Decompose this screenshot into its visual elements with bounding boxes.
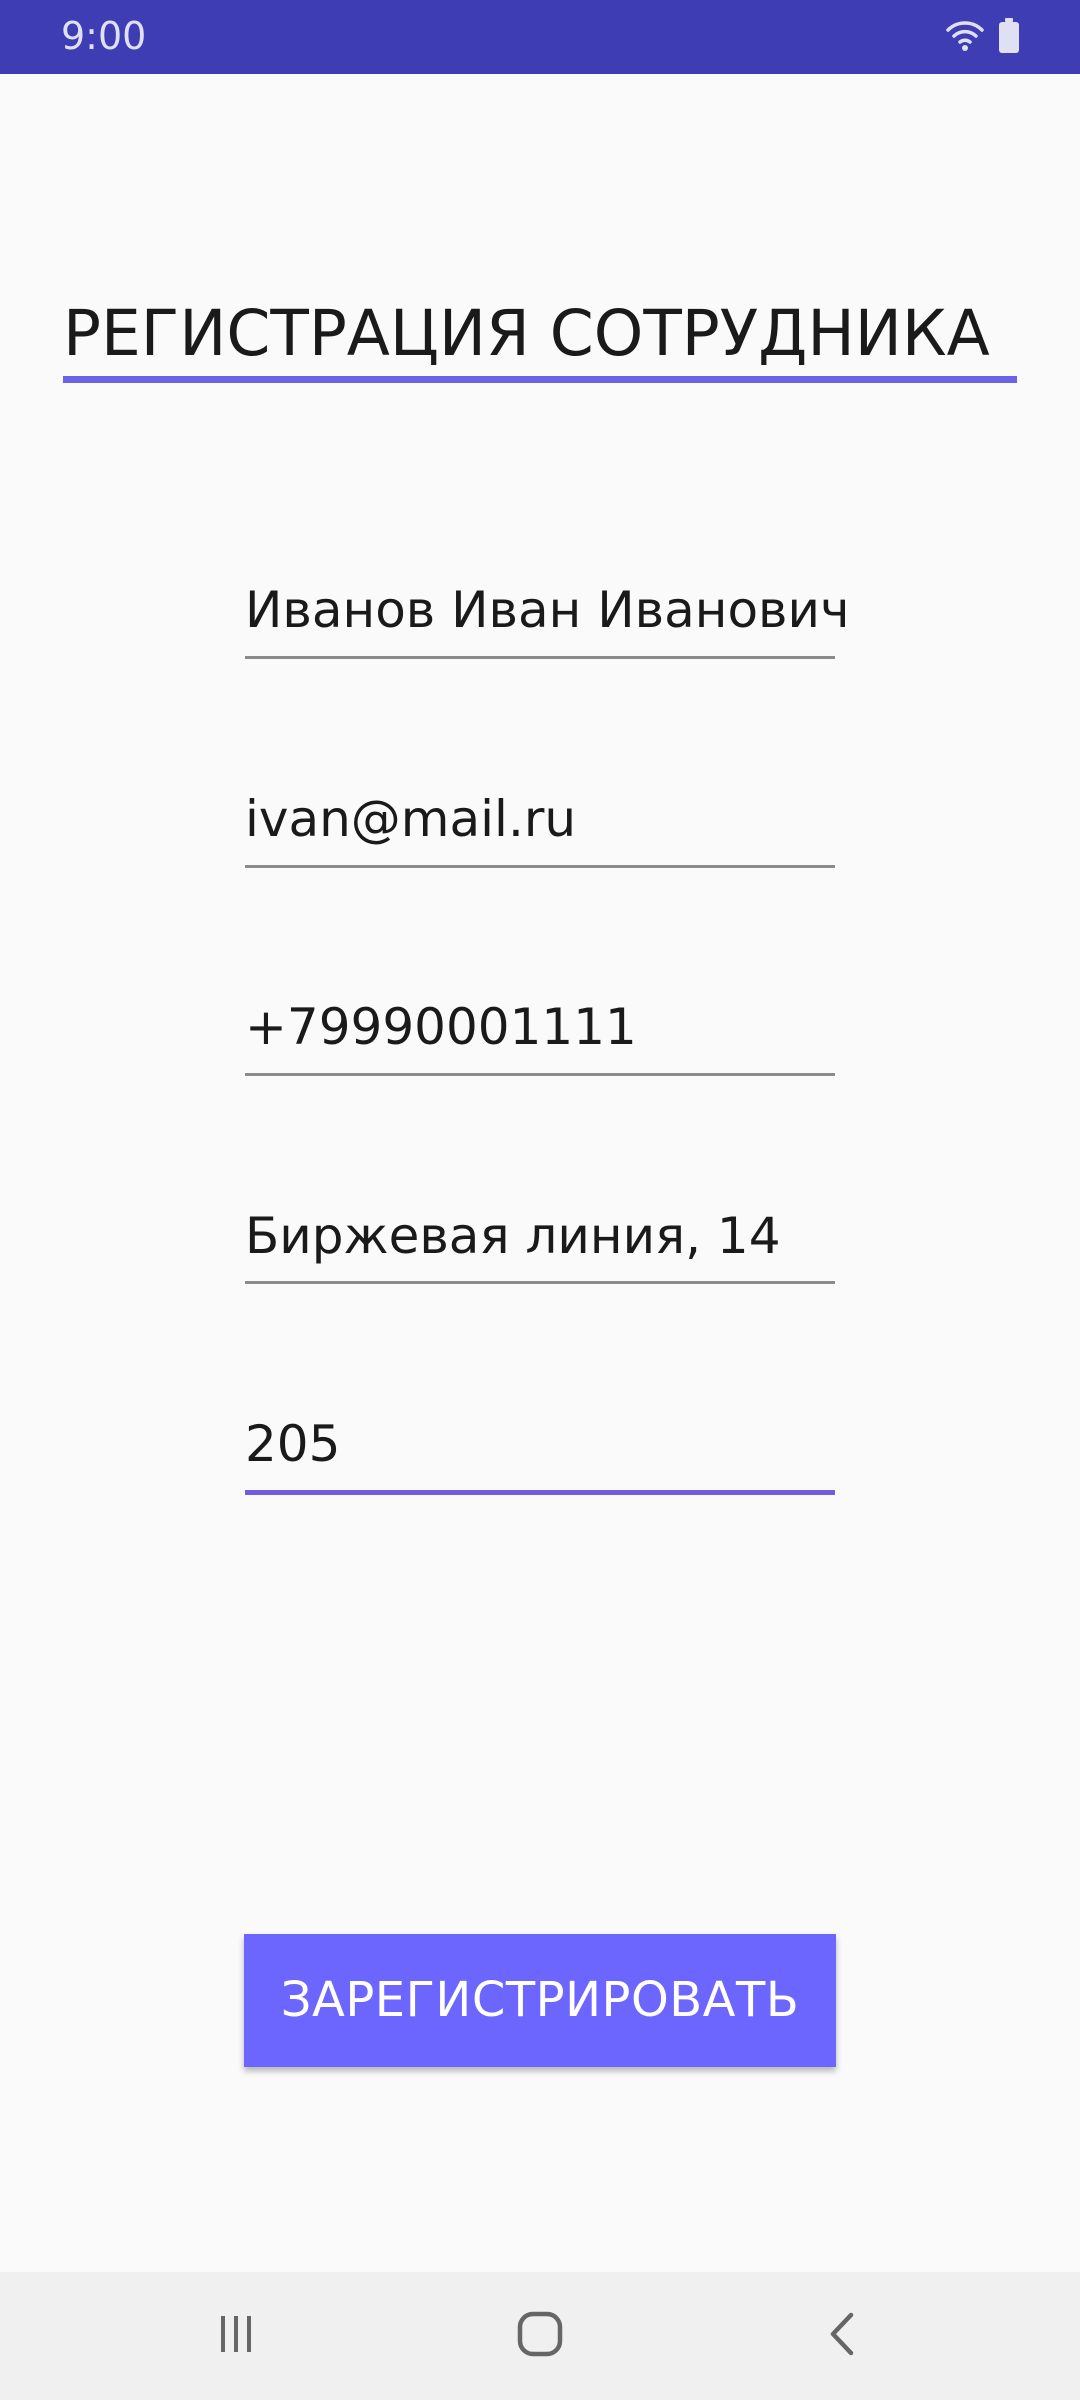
address-underline (245, 1281, 835, 1284)
room-underline (245, 1490, 835, 1495)
email-field[interactable]: ivan@mail.ru (245, 789, 835, 868)
address-field[interactable]: Биржевая линия, 14 (245, 1206, 835, 1284)
page-title: РЕГИСТРАЦИЯ СОТРУДНИКА (63, 297, 990, 370)
phone-underline (245, 1073, 835, 1076)
full-name-field[interactable]: Иванов Иван Иванович (245, 580, 850, 659)
room-value[interactable]: 205 (245, 1414, 835, 1474)
phone-value[interactable]: +79990001111 (245, 997, 835, 1057)
status-bar: 9:00 (0, 0, 1080, 74)
title-underline (63, 376, 1017, 383)
home-button[interactable] (480, 2272, 600, 2400)
full-name-underline (245, 656, 835, 659)
navigation-bar (0, 2272, 1080, 2400)
full-name-value[interactable]: Иванов Иван Иванович (245, 580, 850, 640)
room-field[interactable]: 205 (245, 1414, 835, 1495)
status-icons (946, 18, 1020, 58)
status-time: 9:00 (61, 14, 147, 58)
back-icon (827, 2312, 857, 2360)
home-icon (517, 2311, 563, 2361)
wifi-icon (946, 20, 984, 56)
address-value[interactable]: Биржевая линия, 14 (245, 1206, 835, 1266)
email-underline (245, 865, 835, 868)
recent-apps-button[interactable] (176, 2272, 296, 2400)
register-button[interactable]: ЗАРЕГИСТРИРОВАТЬ (244, 1934, 836, 2067)
battery-icon (998, 18, 1020, 58)
email-value[interactable]: ivan@mail.ru (245, 789, 835, 849)
back-button[interactable] (782, 2272, 902, 2400)
recent-apps-icon (216, 2314, 256, 2358)
phone-field[interactable]: +79990001111 (245, 997, 835, 1076)
